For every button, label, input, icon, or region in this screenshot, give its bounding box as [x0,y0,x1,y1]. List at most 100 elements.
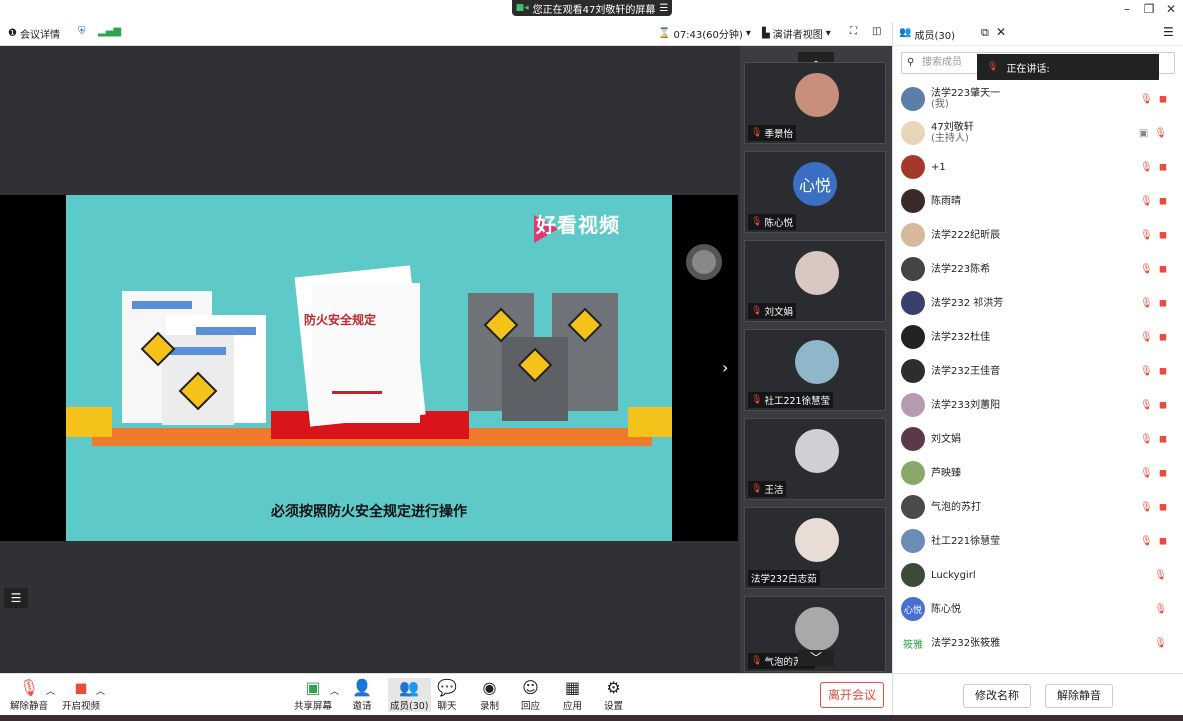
avatar: 心悦 [901,597,925,621]
participant-tile[interactable]: 🎙 季景怡 [744,62,886,144]
camera-off-icon: ◼ [1158,297,1167,309]
mic-muted-icon: 🎙 [1139,93,1153,105]
member-row[interactable]: 气泡的苏打 🎙 ◼ [901,490,1175,524]
video-options-chevron-icon[interactable]: ︿ [96,684,105,697]
apps-button[interactable]: ▦ 应用 [563,678,582,712]
member-row[interactable]: Luckygirl 🎙 [901,558,1175,592]
mic-options-chevron-icon[interactable]: ︿ [46,684,55,697]
fullscreen-icon[interactable]: ⛶ [850,26,857,37]
participant-tile[interactable]: 🎙 王洁 [744,418,886,500]
react-button[interactable]: ☺ 回应 [521,678,540,712]
avatar [795,340,839,384]
member-status: 🎙 ◼ [1140,264,1167,275]
member-row[interactable]: 法学232王佳音 🎙 ◼ [901,354,1175,388]
member-row[interactable]: 刘文娟 🎙 ◼ [901,422,1175,456]
expand-right-icon[interactable]: › [722,358,728,377]
share-options-chevron-icon[interactable]: ︿ [330,684,339,697]
view-mode-dropdown[interactable]: ▙ 演讲者视图 ▾ [762,26,831,41]
video-watermark: 好看视频 [536,213,620,237]
participant-tile[interactable]: 🎙 社工221徐慧莹 [744,329,886,411]
invite-button[interactable]: 👤 邀请 [352,678,372,712]
security-shield-icon[interactable]: ⛨ [78,26,86,37]
participant-tile[interactable]: 🎙 刘文娟 [744,240,886,322]
member-role: (主持人) [931,133,969,144]
avatar [901,223,925,247]
camera-icon: ■◂ [515,3,529,13]
members-button[interactable]: 👥 成员(30) [388,678,431,712]
start-video-button[interactable]: ◼ 开启视频 [62,678,100,712]
meeting-info-button[interactable]: ❶ 会议详情 [8,26,60,41]
mic-muted-icon: 🎙 [1154,569,1167,581]
members-icon: 👥 [899,27,912,38]
signal-icon[interactable]: ▂▄▆ [98,26,121,37]
member-name: 法学232 祁洪芳 [931,297,1004,309]
camera-off-icon: ◼ [1158,433,1167,445]
meeting-toolbar: ❶ 会议详情 ⛨ ▂▄▆ ⌛ 07:43(60分钟) ▾ ▙ 演讲者视图 ▾ ⛶… [0,22,892,46]
settings-button[interactable]: ⚙ 设置 [604,678,623,712]
timer-label: 07:43(60分钟) [673,30,743,41]
tile-name: 🎙 社工221徐慧莹 [748,392,834,408]
meeting-timer[interactable]: ⌛ 07:43(60分钟) ▾ [658,26,751,41]
restore-icon[interactable]: ❐ [1138,2,1160,16]
member-row[interactable]: 法学232杜佳 🎙 ◼ [901,320,1175,354]
layout-icon: ▙ [762,28,770,39]
camera-off-icon: ◼ [1158,501,1167,513]
member-row[interactable]: 法学222纪昕辰 🎙 ◼ [901,218,1175,252]
record-label: 录制 [480,701,500,712]
popout-icon[interactable]: ⧉ [981,26,989,40]
tile-name-label: 法学232白志茹 [751,574,817,585]
menu-icon: ☰ [659,2,669,14]
member-name: 法学223陈希 [931,263,991,275]
member-name: 气泡的苏打 [931,501,981,513]
meeting-info-label: 会议详情 [19,30,60,41]
member-row[interactable]: 法学232 祁洪芳 🎙 ◼ [901,286,1175,320]
share-banner-text: 您正在观看47刘敬轩的屏幕 [532,4,656,16]
participant-tile[interactable]: 心悦 🎙 陈心悦 [744,151,886,233]
member-name: 法学222纪昕辰 [931,229,1001,241]
unmute-button[interactable]: 🎙 解除静音 [10,678,48,712]
strip-scroll-down-icon[interactable]: ﹀ [798,650,834,666]
side-panel-icon[interactable]: ◫ [872,26,881,37]
mic-muted-icon: 🎙 [1139,467,1153,479]
member-row[interactable]: 法学223陈希 🎙 ◼ [901,252,1175,286]
member-name: 法学232杜佳 [931,331,991,343]
members-label: 成员(30) [390,701,429,712]
member-status: 🎙 ◼ [1140,400,1167,411]
share-banner[interactable]: ■◂ 您正在观看47刘敬轩的屏幕 ☰ [512,0,672,16]
member-status: 🎙 ◼ [1140,366,1167,377]
mic-muted-icon: 🎙 [751,484,763,494]
member-row[interactable]: 47刘敬轩 (主持人) ▣ 🎙 [901,116,1175,150]
member-status: 🎙 ◼ [1140,502,1167,513]
unmute-all-button[interactable]: 解除静音 [1045,684,1113,708]
shared-screen-video[interactable]: 好看视频 防火安全规定 必须按照防火安全规定进行操作 [66,195,672,541]
member-row[interactable]: 芦映臻 🎙 ◼ [901,456,1175,490]
members-tab[interactable]: 👥 成员(30) [899,27,955,42]
list-menu-icon[interactable]: ☰ [4,588,28,608]
chat-button[interactable]: 💬 聊天 [437,678,457,712]
mic-muted-icon: 🎙 [1139,399,1153,411]
record-button[interactable]: ◉ 录制 [480,678,499,712]
member-status: 🎙 ◼ [1140,434,1167,445]
member-row[interactable]: 心悦 陈心悦 🎙 [901,592,1175,626]
close-window-icon[interactable]: ✕ [1160,2,1182,16]
leave-meeting-button[interactable]: 离开会议 [820,682,884,708]
floating-record-button[interactable] [686,244,722,280]
close-panel-icon[interactable]: ✕ [996,25,1006,39]
minimize-icon[interactable]: – [1116,2,1138,16]
member-row[interactable]: +1 🎙 ◼ [901,150,1175,184]
avatar [795,518,839,562]
member-row[interactable]: 法学233刘蕙阳 🎙 ◼ [901,388,1175,422]
mic-muted-icon: 🎙 [751,217,763,227]
panel-menu-icon[interactable]: ☰ [1163,25,1174,39]
member-row[interactable]: 筱雅 法学232张筱雅 🎙 [901,626,1175,660]
rename-button[interactable]: 修改名称 [963,684,1031,708]
participant-tile[interactable]: 法学232白志茹 [744,507,886,589]
member-row[interactable]: 法学223肇天一 (我) 🎙 ◼ [901,82,1175,116]
mic-muted-icon: 🎙 [1154,637,1167,649]
share-screen-button[interactable]: ▣ 共享屏幕 [294,678,332,712]
avatar [901,291,925,315]
member-row[interactable]: 社工221徐慧莹 🎙 ◼ [901,524,1175,558]
camera-off-icon: ◼ [1158,399,1167,411]
member-row[interactable]: 陈雨晴 🎙 ◼ [901,184,1175,218]
tile-name-label: 陈心悦 [764,218,793,229]
